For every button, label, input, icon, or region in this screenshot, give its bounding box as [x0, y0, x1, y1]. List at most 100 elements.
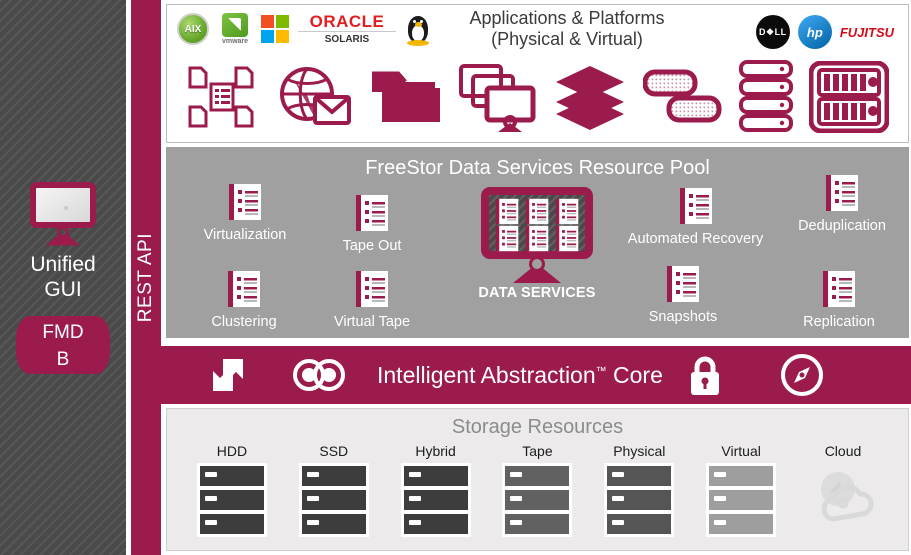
os-logo-group: AIX vmware ORACLE SOLARIS [177, 12, 431, 46]
storage-label: Hybrid [415, 443, 456, 459]
storage-label: SSD [319, 443, 349, 459]
aix-logo: AIX [177, 13, 209, 45]
applications-platforms-panel: AIX vmware ORACLE SOLARIS Applications &… [166, 4, 909, 143]
service-automated-recovery[interactable]: Automated Recovery [608, 187, 783, 247]
storage-item-cloud[interactable]: Cloud [797, 443, 889, 537]
scale-arrows-icon [213, 359, 243, 391]
fmdb-line2: B [56, 348, 70, 370]
storage-item-row: HDD SSD Hybrid Tape Physical Virtual Clo… [167, 439, 908, 537]
service-snapshots[interactable]: Snapshots [618, 265, 748, 325]
storage-array-icon [642, 69, 722, 123]
web-mail-globe-icon [280, 67, 352, 125]
core-title-main: Intelligent Abstraction [377, 361, 596, 388]
grid-doc-icon [555, 198, 579, 225]
documents-network-icon [188, 66, 254, 128]
storage-label: Virtual [721, 443, 761, 459]
unified-gui-line2: GUI [44, 277, 82, 301]
server-stack-icon [298, 463, 369, 537]
service-label: Clustering [211, 314, 277, 330]
server-stack-icon [502, 463, 573, 537]
storage-item-ssd[interactable]: SSD [288, 443, 380, 537]
main-stack: AIX vmware ORACLE SOLARIS Applications &… [161, 0, 911, 555]
fmdb-database-cylinder: FMD B [16, 315, 110, 374]
applications-title: Applications & Platforms (Physical & Vir… [412, 8, 722, 50]
storage-label: Cloud [824, 443, 862, 459]
service-doc-icon [679, 188, 712, 224]
core-title: Intelligent Abstraction™ Core [377, 362, 663, 389]
storage-item-physical[interactable]: Physical [593, 443, 685, 537]
service-label: Virtual Tape [333, 314, 411, 330]
grid-doc-icon [555, 225, 579, 252]
service-label: Tape Out [342, 238, 402, 254]
service-deduplication[interactable]: Deduplication [772, 174, 911, 234]
storage-item-hdd[interactable]: HDD [186, 443, 278, 537]
storage-item-tape[interactable]: Tape [491, 443, 583, 537]
unified-gui-line1: Unified [30, 252, 96, 276]
oracle-solaris-logo: ORACLE SOLARIS [298, 13, 396, 45]
fujitsu-logo: FUJITSU [839, 24, 894, 40]
service-doc-icon [356, 195, 388, 231]
grid-doc-icon [525, 225, 549, 252]
blade-chassis-icon [808, 61, 889, 133]
data-services-resource-pool: FreeStor Data Services Resource Pool Vir… [166, 147, 909, 338]
mirroring-rings-icon [293, 359, 345, 391]
applications-title-line1: Applications & Platforms [469, 8, 665, 28]
storage-label: Tape [522, 443, 553, 459]
application-icon-row [167, 53, 908, 141]
data-services-monitor-icon [481, 187, 593, 283]
applications-header-row: AIX vmware ORACLE SOLARIS Applications &… [167, 5, 908, 53]
cloud-icon [808, 463, 878, 537]
server-stack-icon [196, 463, 267, 537]
storage-label: Physical [613, 443, 666, 459]
solaris-wordmark: SOLARIS [324, 33, 370, 45]
dell-logo: D❖LL [755, 15, 790, 49]
unified-gui-label: Unified GUI [30, 252, 95, 302]
hp-logo: hp [797, 15, 832, 49]
oracle-wordmark: ORACLE [298, 13, 396, 32]
unified-gui-sidebar: Unified GUI FMD B [0, 0, 126, 555]
grid-doc-icon [525, 198, 549, 225]
storage-item-hybrid[interactable]: Hybrid [390, 443, 482, 537]
service-label: Replication [803, 314, 875, 330]
server-stack-icon [706, 463, 777, 537]
service-label: Deduplication [798, 218, 886, 234]
stacked-layers-icon [555, 66, 624, 130]
folder-icon [372, 71, 441, 122]
rack-servers-icon [738, 60, 793, 132]
storage-label: HDD [216, 443, 248, 459]
grid-doc-icon [495, 198, 519, 225]
fmdb-line1: FMD [42, 321, 84, 343]
service-doc-icon [356, 271, 388, 307]
vendor-logo-group: D❖LL hp FUJITSU [755, 15, 894, 49]
intelligent-abstraction-core-band: Intelligent Abstraction™ Core [161, 346, 911, 404]
service-replication[interactable]: Replication [774, 270, 904, 330]
service-doc-icon [667, 266, 699, 302]
compass-disc-icon [780, 354, 823, 396]
data-services-label: DATA SERVICES [478, 285, 596, 301]
server-stack-icon [604, 463, 675, 537]
storage-item-virtual[interactable]: Virtual [695, 443, 787, 537]
grid-doc-icon [495, 225, 519, 252]
monitor-icon [30, 181, 96, 246]
applications-title-line2: (Physical & Virtual) [491, 29, 643, 49]
vmware-logo-text: vmware [221, 38, 249, 45]
data-services-center[interactable]: DATA SERVICES [462, 187, 612, 301]
service-doc-icon [826, 175, 858, 211]
core-title-suffix: Core [606, 361, 663, 388]
virtual-desktops-icon [459, 64, 536, 132]
rest-api-bar: REST API [131, 0, 161, 555]
service-virtual-tape[interactable]: Virtual Tape [307, 270, 437, 330]
vmware-logo: vmware [218, 13, 252, 45]
service-tape-out[interactable]: Tape Out [307, 194, 437, 254]
padlock-icon [690, 356, 719, 395]
service-doc-icon [229, 184, 261, 220]
server-stack-icon [400, 463, 471, 537]
service-clustering[interactable]: Clustering [179, 270, 309, 330]
service-label: Automated Recovery [627, 231, 764, 247]
core-trademark: ™ [595, 364, 607, 377]
rest-api-label: REST API [135, 232, 156, 323]
service-doc-icon [823, 271, 855, 307]
service-label: Snapshots [648, 309, 718, 325]
service-virtualization[interactable]: Virtualization [180, 183, 310, 243]
storage-resources-panel: Storage Resources HDD SSD Hybrid Tape Ph… [166, 408, 909, 551]
